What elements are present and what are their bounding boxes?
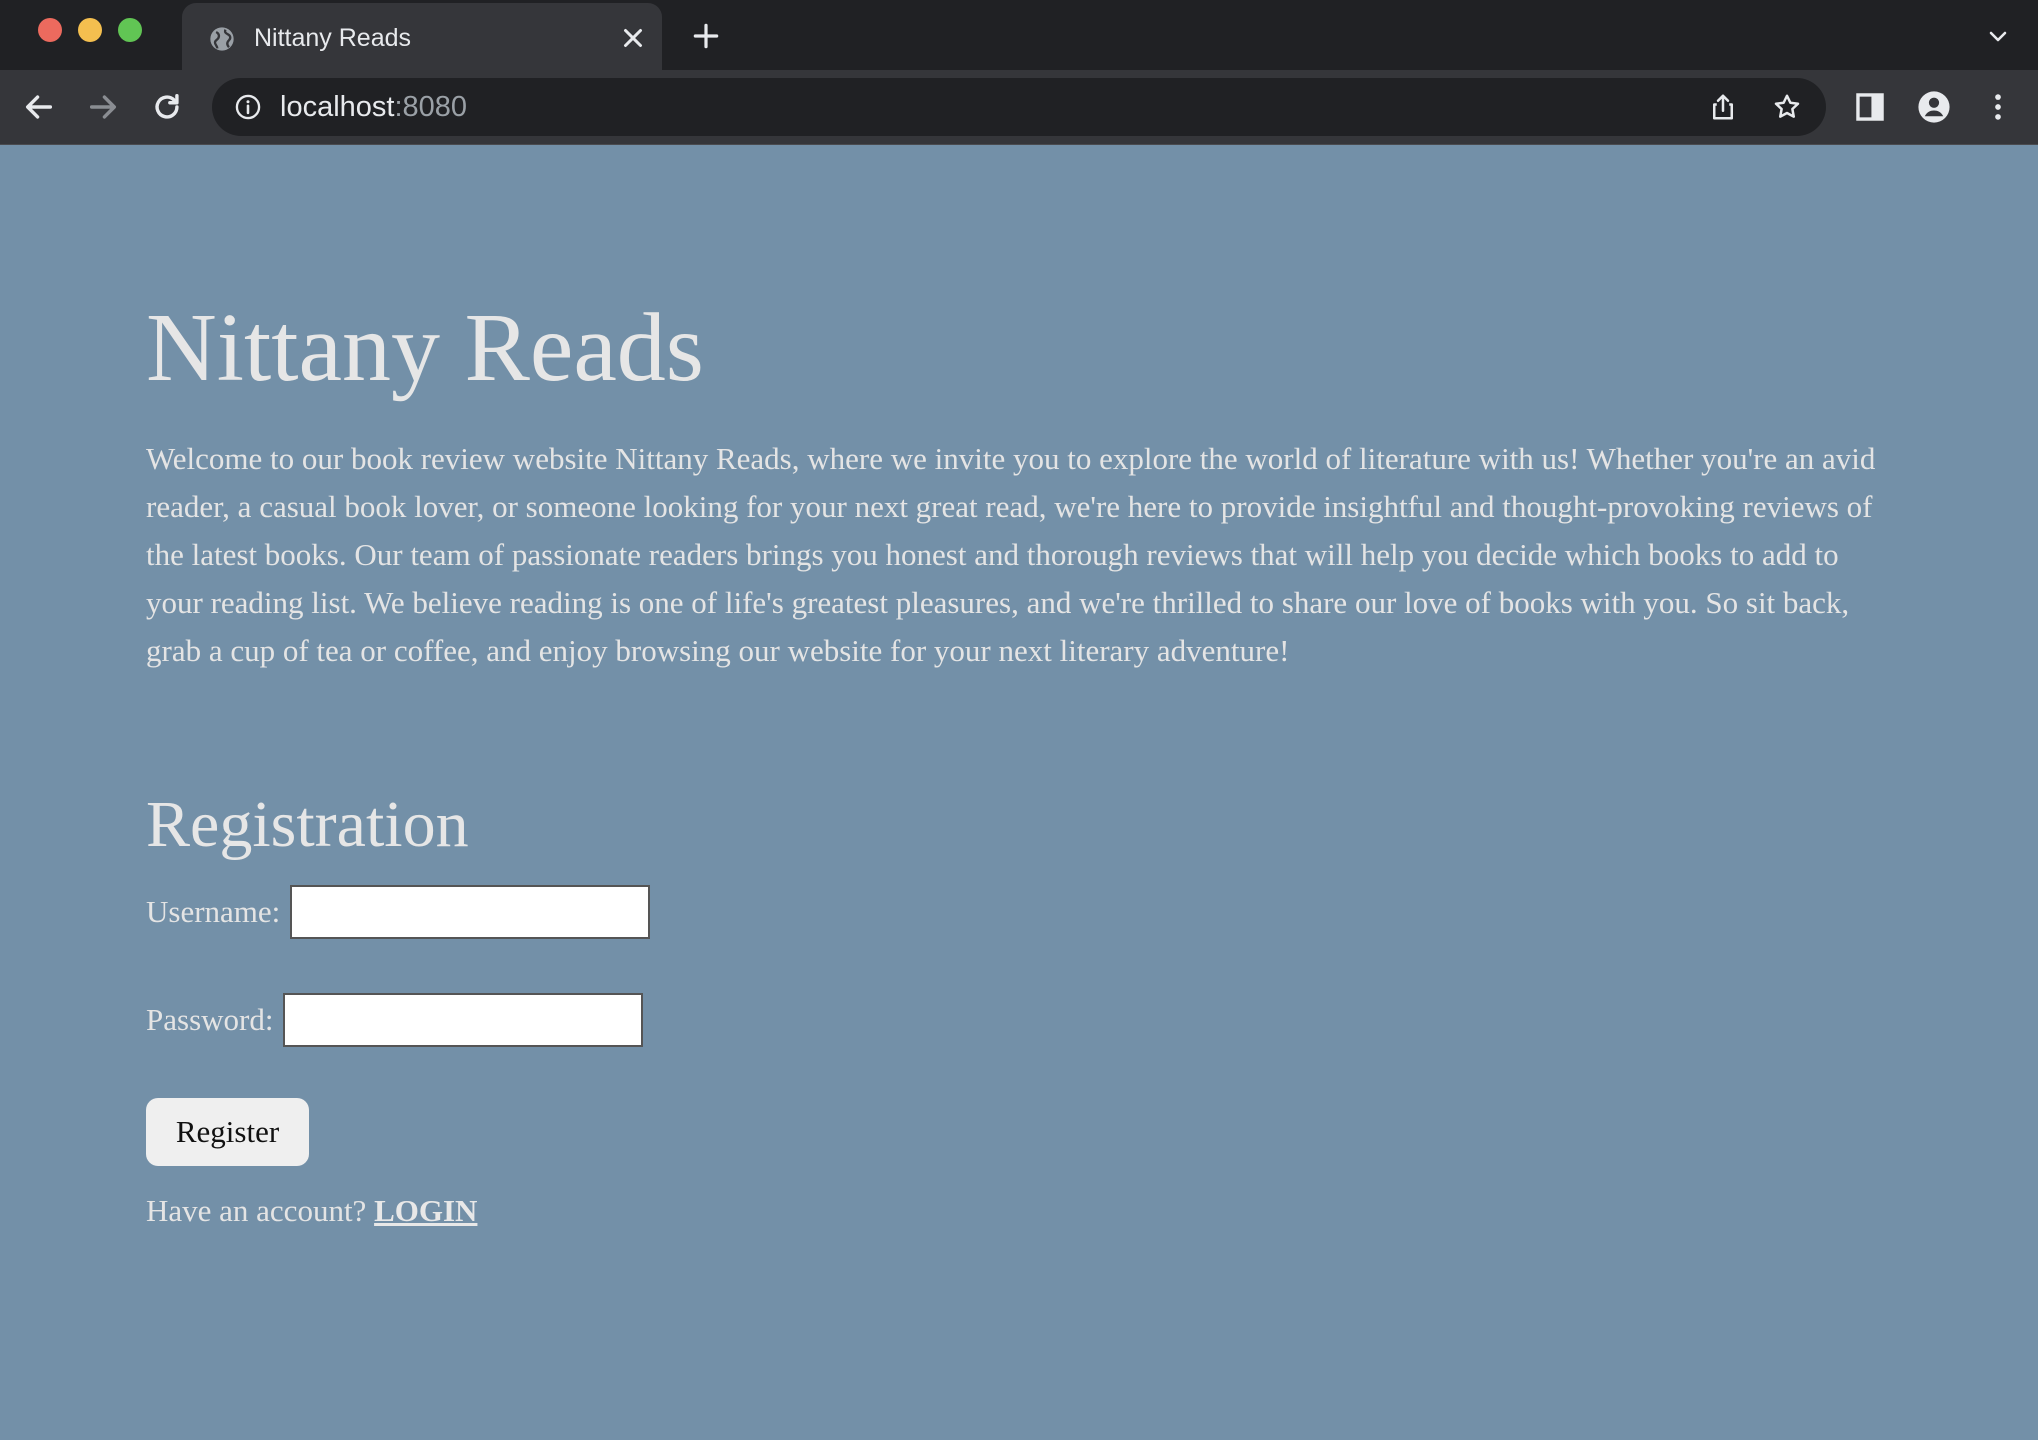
registration-heading: Registration [146, 788, 469, 861]
forward-icon[interactable] [86, 90, 120, 124]
browser-toolbar: localhost:8080 [0, 70, 2038, 145]
password-row: Password: [146, 991, 644, 1049]
register-button[interactable]: Register [146, 1098, 309, 1166]
login-link[interactable]: LOGIN [374, 1193, 477, 1228]
login-prompt: Have an account? LOGIN [146, 1191, 477, 1231]
browser-tab-bar: Nittany Reads [0, 0, 2038, 70]
url-host: localhost [280, 91, 395, 123]
page-content: Nittany Reads Welcome to our book review… [0, 145, 2038, 1440]
reload-icon[interactable] [150, 90, 184, 124]
window-minimize-button[interactable] [78, 18, 102, 42]
address-bar[interactable]: localhost:8080 [212, 78, 1826, 136]
username-row: Username: [146, 883, 651, 941]
page-title: Nittany Reads [146, 294, 704, 402]
profile-icon[interactable] [1917, 90, 1951, 124]
info-icon[interactable] [234, 93, 262, 121]
close-icon[interactable] [618, 23, 648, 53]
window-zoom-button[interactable] [118, 18, 142, 42]
username-input[interactable] [290, 885, 651, 939]
chevron-down-icon[interactable] [1986, 24, 2010, 48]
menu-icon[interactable] [1981, 90, 2015, 124]
globe-icon [210, 27, 234, 51]
tab-title: Nittany Reads [254, 24, 412, 52]
star-icon[interactable] [1772, 92, 1802, 122]
username-label: Username: [146, 894, 281, 929]
window-close-button[interactable] [38, 18, 62, 42]
share-icon[interactable] [1708, 92, 1738, 122]
side-panel-icon[interactable] [1853, 90, 1887, 124]
back-icon[interactable] [22, 90, 56, 124]
password-label: Password: [146, 1002, 274, 1037]
browser-tab[interactable]: Nittany Reads [182, 3, 662, 70]
password-input[interactable] [283, 993, 644, 1047]
plus-icon[interactable] [690, 20, 722, 52]
url-port: :8080 [394, 91, 468, 123]
url-text: localhost:8080 [280, 91, 467, 123]
intro-paragraph: Welcome to our book review website Nitta… [146, 441, 1876, 668]
login-prompt-text: Have an account? [146, 1193, 367, 1228]
